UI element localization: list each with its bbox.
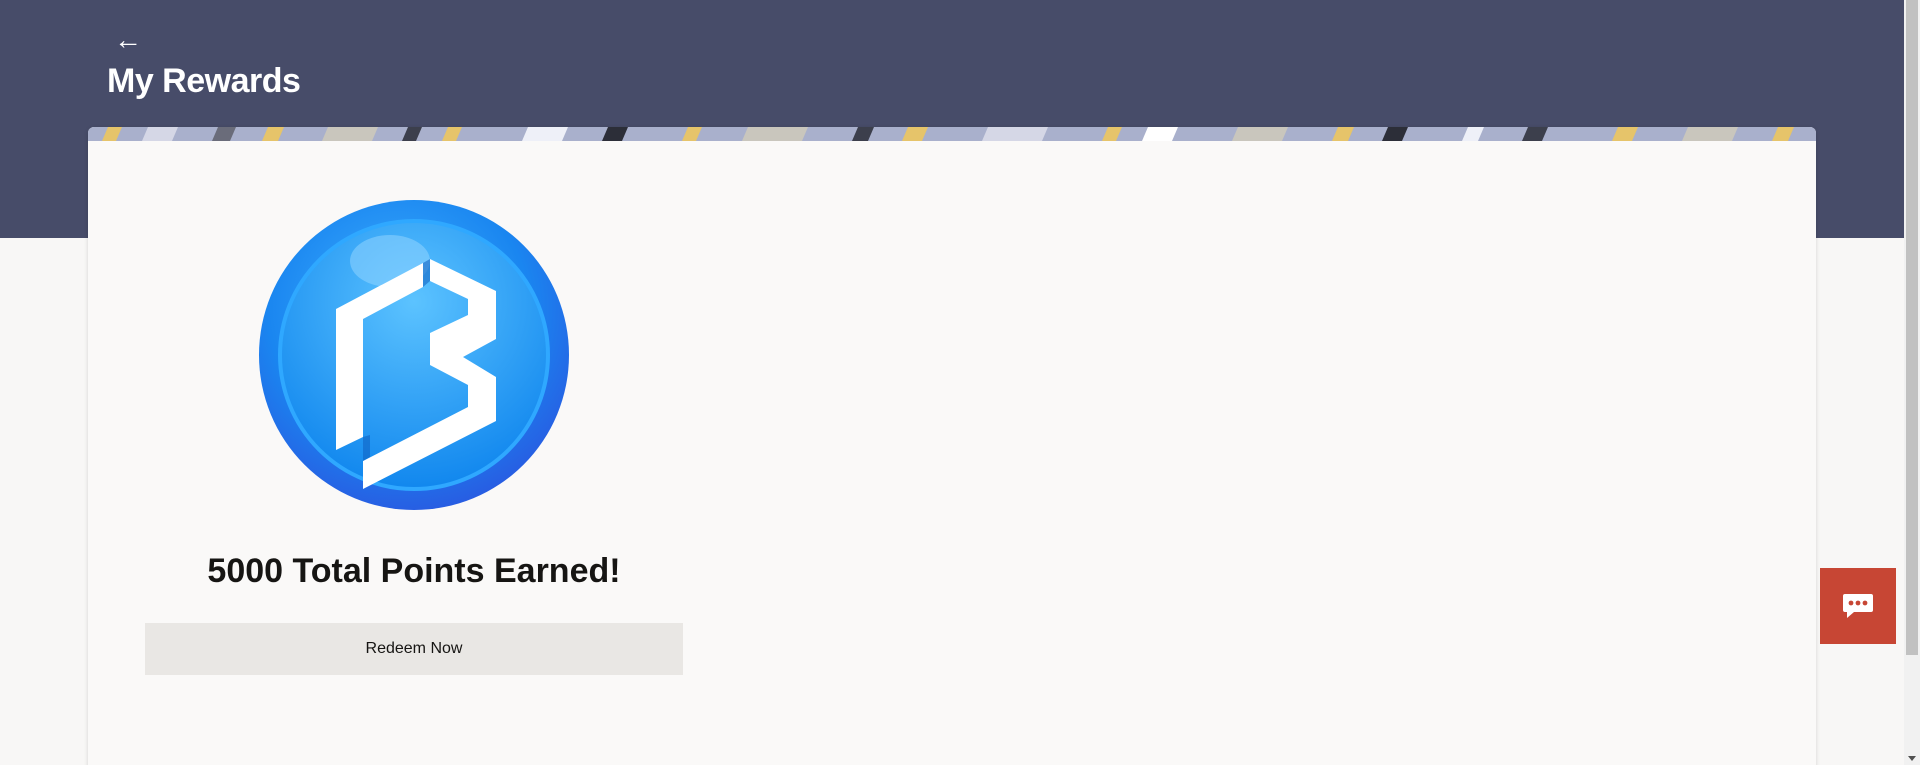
scrollbar-thumb[interactable] — [1906, 0, 1918, 655]
scroll-down-arrow-icon[interactable] — [1908, 756, 1916, 761]
page-title: My Rewards — [107, 62, 301, 100]
rewards-page: ← My Rewards 5000 Total Points Earned! R… — [0, 0, 1920, 765]
total-points-text: 5000 Total Points Earned! — [207, 552, 621, 590]
chat-bubble-icon — [1843, 594, 1873, 618]
back-button[interactable]: ← — [112, 24, 144, 56]
vertical-scrollbar[interactable] — [1904, 0, 1920, 765]
rewards-card: 5000 Total Points Earned! Redeem Now — [88, 127, 1816, 765]
chat-button[interactable] — [1820, 568, 1896, 644]
arrow-left-icon: ← — [114, 24, 142, 55]
bank-logo-icon — [258, 199, 570, 511]
redeem-now-button[interactable]: Redeem Now — [145, 623, 683, 675]
card-banner-pattern — [88, 127, 1816, 141]
